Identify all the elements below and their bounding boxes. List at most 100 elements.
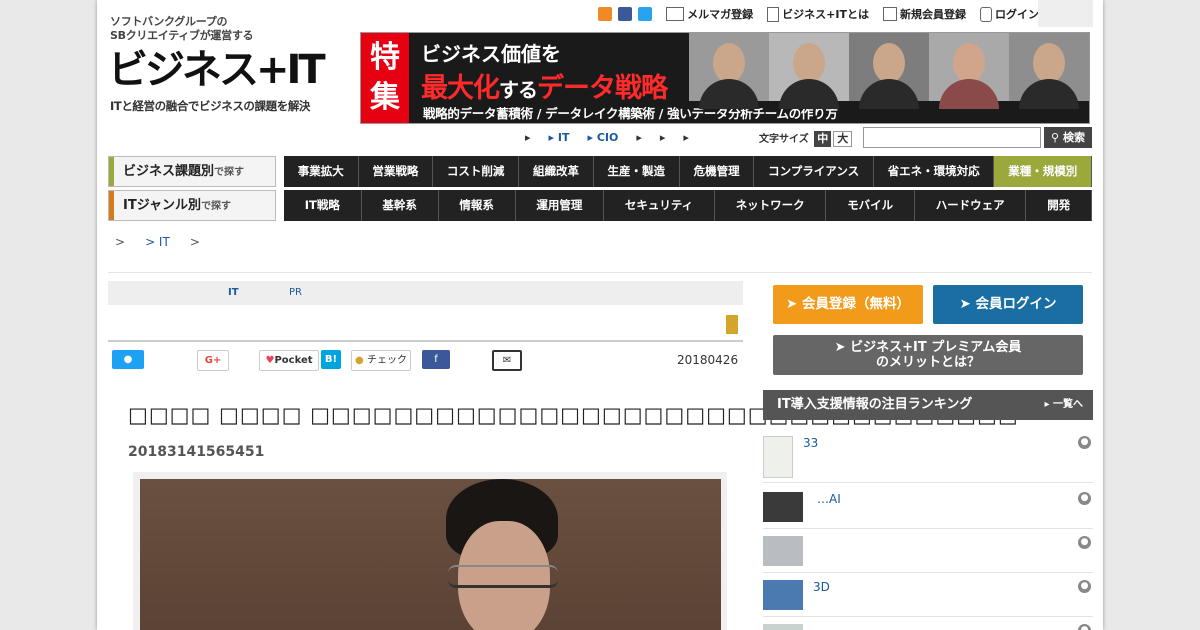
nav-item-hardware[interactable]: ハードウェア: [915, 190, 1027, 221]
premium-line1: ビジネス+IT プレミアム会員: [850, 340, 1022, 355]
nav-item-risk[interactable]: 危機管理: [680, 156, 755, 187]
search-input[interactable]: [863, 127, 1041, 148]
subnav-item-6[interactable]: ▸: [683, 131, 689, 144]
search-button-label: 検索: [1062, 131, 1085, 144]
nav-item-ops[interactable]: 運用管理: [516, 190, 605, 221]
ranking-title: IT導入支援情報の注目ランキング: [777, 397, 973, 412]
facebook-share-button[interactable]: f: [422, 350, 450, 369]
nav-item-sales[interactable]: 営業戦略: [359, 156, 434, 187]
signup-link[interactable]: 新規会員登録: [883, 6, 966, 22]
ranking-thumb: [763, 436, 793, 478]
search-button[interactable]: ⚲ 検索: [1044, 127, 1092, 148]
check-share-button[interactable]: ● チェック: [351, 350, 411, 371]
site-logo[interactable]: ビジネス+IT: [108, 48, 326, 92]
nav-item-manufacturing[interactable]: 生産・製造: [594, 156, 680, 187]
breadcrumb-sep: >: [189, 235, 200, 249]
breadcrumb: > > IT >: [115, 235, 200, 249]
hatena-share-button[interactable]: B!: [321, 350, 341, 369]
nav-item-compliance[interactable]: コンプライアンス: [754, 156, 874, 187]
nav-item-core[interactable]: 基幹系: [362, 190, 439, 221]
nav-item-industry[interactable]: 業種・規模別: [994, 156, 1093, 187]
nav-label-business: ビジネス課題別で探す: [108, 156, 276, 187]
nav-label-it-text: ITジャンル別: [123, 198, 202, 213]
font-size-label: 文字サイズ: [759, 134, 809, 145]
search-icon: ⚲: [1051, 131, 1060, 144]
ranking-item[interactable]: 33 ●: [763, 430, 1093, 483]
font-size-large[interactable]: 大: [833, 131, 853, 147]
nav-label-bar: [109, 191, 114, 220]
nav-item-mobile[interactable]: モバイル: [826, 190, 915, 221]
font-size-control: 文字サイズ 中大: [759, 130, 853, 147]
feature-banner[interactable]: 特集 ビジネス価値を 最大化するデータ戦略 戦略的データ蓄積術 / データレイク…: [360, 32, 1090, 124]
ranking-more-link[interactable]: ▸ 一覧へ: [1044, 390, 1083, 420]
logo-subtitle: ソフトバンクグループの SBクリエイティブが運営する: [110, 15, 254, 43]
twitter-icon[interactable]: [638, 7, 653, 21]
user-icon: ●: [1078, 536, 1091, 549]
ranking-thumb: [763, 624, 803, 630]
ranking-item[interactable]: ●: [763, 616, 1093, 630]
newsletter-link[interactable]: メルマガ登録: [666, 6, 753, 22]
member-login-button[interactable]: ➤ 会員ログイン: [933, 285, 1083, 324]
register-button[interactable]: ➤ 会員登録（無料）: [773, 285, 923, 324]
ranking-thumb: [763, 536, 803, 566]
nav-item-energy[interactable]: 省エネ・環境対応: [874, 156, 995, 187]
breadcrumb-link-it[interactable]: > IT: [145, 235, 170, 249]
logo-tagline: ITと経営の融合でビジネスの課題を解決: [110, 99, 311, 113]
top-links: メルマガ登録 ビジネス+ITとは 新規会員登録 ログイン: [598, 6, 1039, 22]
banner-line2c: データ戦略: [537, 73, 668, 104]
login-link[interactable]: ログイン: [980, 6, 1039, 22]
subnav-item-cio[interactable]: ▸ CIO: [587, 131, 618, 144]
pencil-icon: [883, 7, 897, 21]
mail-icon: [666, 7, 685, 21]
article-meta: 20183141565451: [128, 444, 265, 460]
nav-item-info[interactable]: 情報系: [439, 190, 516, 221]
subnav-item-5[interactable]: ▸: [660, 131, 666, 144]
font-size-medium[interactable]: 中: [814, 131, 832, 147]
nav-item-expansion[interactable]: 事業拡大: [284, 156, 359, 187]
category-marker: [726, 315, 738, 334]
banner-line2: 最大化するデータ戦略: [421, 66, 668, 105]
premium-button[interactable]: ➤ ビジネス+IT プレミアム会員 のメリットとは？: [773, 335, 1083, 375]
breadcrumb-sep: >: [115, 235, 126, 249]
gplus-share-button[interactable]: G+: [197, 350, 229, 371]
ranking-thumb: [763, 492, 803, 522]
banner-line2a: 最大化: [421, 73, 500, 104]
check-icon: ●: [355, 355, 364, 366]
signup-label: 新規会員登録: [900, 8, 966, 21]
ranking-item-text: …AI: [817, 492, 841, 506]
nav-label-business-suffix: で探す: [214, 167, 245, 178]
register-label: 会員登録（無料）: [802, 296, 910, 312]
arrow-circle-icon: ➤: [959, 296, 971, 312]
banner-portrait-5: [1009, 33, 1089, 109]
pocket-label: Pocket: [274, 355, 313, 366]
banner-tokushu: 特集: [361, 33, 409, 123]
email-share-button[interactable]: ✉: [492, 350, 522, 371]
nav-item-it-strategy[interactable]: IT戦略: [284, 190, 362, 221]
nav-label-business-text: ビジネス課題別: [123, 164, 215, 179]
arrow-circle-icon: ➤: [834, 340, 846, 355]
ranking-item[interactable]: ●: [763, 528, 1093, 573]
nav-item-dev[interactable]: 開発: [1026, 190, 1092, 221]
about-link[interactable]: ビジネス+ITとは: [767, 6, 869, 22]
rss-icon[interactable]: [598, 7, 613, 21]
subnav-item-1[interactable]: ▸: [525, 131, 531, 144]
logo-sub-line2: SBクリエイティブが運営する: [110, 29, 254, 42]
category-it[interactable]: IT: [228, 287, 239, 298]
banner-portrait-4: [929, 33, 1009, 109]
nav-item-network[interactable]: ネットワーク: [715, 190, 827, 221]
pocket-share-button[interactable]: ♥Pocket: [259, 350, 319, 371]
newsletter-label: メルマガ登録: [687, 8, 754, 21]
nav-item-cost[interactable]: コスト削減: [433, 156, 520, 187]
twitter-share-button[interactable]: ●: [112, 350, 144, 369]
ranking-item[interactable]: 3D ●: [763, 572, 1093, 617]
nav-item-org[interactable]: 組織改革: [519, 156, 594, 187]
subnav-item-it[interactable]: ▸ IT: [549, 131, 570, 144]
nav-item-security[interactable]: セキュリティ: [604, 190, 715, 221]
category-pr[interactable]: PR: [289, 287, 302, 298]
subnav-item-4[interactable]: ▸: [636, 131, 642, 144]
arrow-circle-icon: ➤: [785, 296, 798, 312]
premium-line2: のメリットとは？: [875, 355, 980, 370]
ranking-item[interactable]: …AI ●: [763, 482, 1093, 529]
logo-sub-line1: ソフトバンクグループの: [110, 15, 228, 28]
facebook-icon[interactable]: [618, 7, 633, 21]
